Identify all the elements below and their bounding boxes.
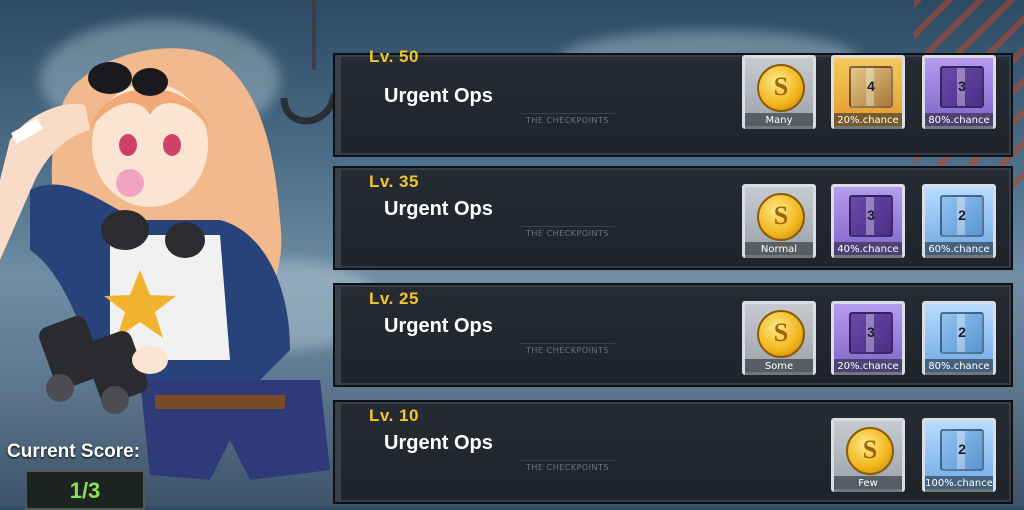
supply-box-number: 3 [867,207,875,223]
supply-box-number: 3 [958,78,966,94]
character-eye-left [119,134,137,156]
coin-icon: S [757,310,805,358]
supply-box-reward-slot[interactable]: 3 40%.chance [831,184,905,258]
current-score-value: 1/3 [69,478,101,503]
mission-subtitle: THE CHECKPOINTS [520,113,615,125]
coin-icon: S [757,64,805,112]
reward-caption: Few [834,476,902,492]
supply-box-reward-slot[interactable]: 3 20%.chance [831,301,905,375]
reward-caption: 80%.chance [925,359,993,375]
reward-caption: 60%.chance [925,242,993,258]
mission-level: Lv. 35 [369,172,419,191]
mission-subtitle: THE CHECKPOINTS [520,343,615,355]
current-score-box: 1/3 [25,470,145,510]
supply-box-icon: 2 [940,312,984,354]
mission-level: Lv. 25 [369,289,419,308]
mission-subtitle: THE CHECKPOINTS [520,226,615,238]
character-hand [132,346,168,374]
supply-box-icon: 4 [849,66,893,108]
reward-caption: 80%.chance [925,113,993,129]
character-bubblegum [116,169,144,197]
current-score-label: Current Score: [7,441,141,462]
character-sunglasses [88,62,132,94]
reward-caption: 20%.chance [834,359,902,375]
mission-panel[interactable]: Lv. 25 Urgent Ops THE CHECKPOINTS S Some 3 20%… [333,283,1013,387]
coin-reward-slot[interactable]: S Normal [742,184,816,258]
coin-reward-slot[interactable]: S Many [742,55,816,129]
supply-box-number: 2 [958,207,966,223]
reward-caption: 100%.chance [925,476,993,492]
mission-title: Urgent Ops [384,198,493,220]
character-belt [155,395,285,409]
coin-reward-slot[interactable]: S Few [831,418,905,492]
mission-title: Urgent Ops [384,315,493,337]
mission-level: Lv. 50 [369,47,419,66]
reward-caption: 20%.chance [834,113,902,129]
mission-subtitle: THE CHECKPOINTS [520,460,615,472]
supply-box-reward-slot[interactable]: 2 100%.chance [922,418,996,492]
supply-box-icon: 3 [849,312,893,354]
mission-title: Urgent Ops [384,85,493,107]
mission-panel[interactable]: Lv. 50 Urgent Ops THE CHECKPOINTS S Many 4 20%… [333,47,1013,157]
supply-box-reward-slot[interactable]: 3 80%.chance [922,55,996,129]
character-headphones [101,210,149,250]
reward-caption: Normal [745,242,813,258]
character-illustration [0,48,330,480]
supply-box-icon: 3 [849,195,893,237]
supply-box-number: 4 [867,78,875,94]
supply-box-icon: 2 [940,195,984,237]
supply-box-icon: 2 [940,429,984,471]
mission-panel[interactable]: Lv. 10 Urgent Ops THE CHECKPOINTS S Few 2 100%… [333,400,1013,504]
supply-box-reward-slot[interactable]: 2 60%.chance [922,184,996,258]
supply-box-reward-slot[interactable]: 2 80%.chance [922,301,996,375]
mission-title: Urgent Ops [384,432,493,454]
supply-box-number: 3 [867,324,875,340]
coin-icon: S [757,193,805,241]
mission-level: Lv. 10 [369,406,419,425]
coin-reward-slot[interactable]: S Some [742,301,816,375]
supply-box-reward-slot[interactable]: 4 20%.chance [831,55,905,129]
reward-caption: 40%.chance [834,242,902,258]
reward-caption: Many [745,113,813,129]
supply-box-number: 2 [958,441,966,457]
coin-icon: S [846,427,894,475]
supply-box-icon: 3 [940,66,984,108]
character-eye-right [163,134,181,156]
reward-caption: Some [745,359,813,375]
mission-panel[interactable]: Lv. 35 Urgent Ops THE CHECKPOINTS S Normal 3 4… [333,166,1013,270]
supply-box-number: 2 [958,324,966,340]
